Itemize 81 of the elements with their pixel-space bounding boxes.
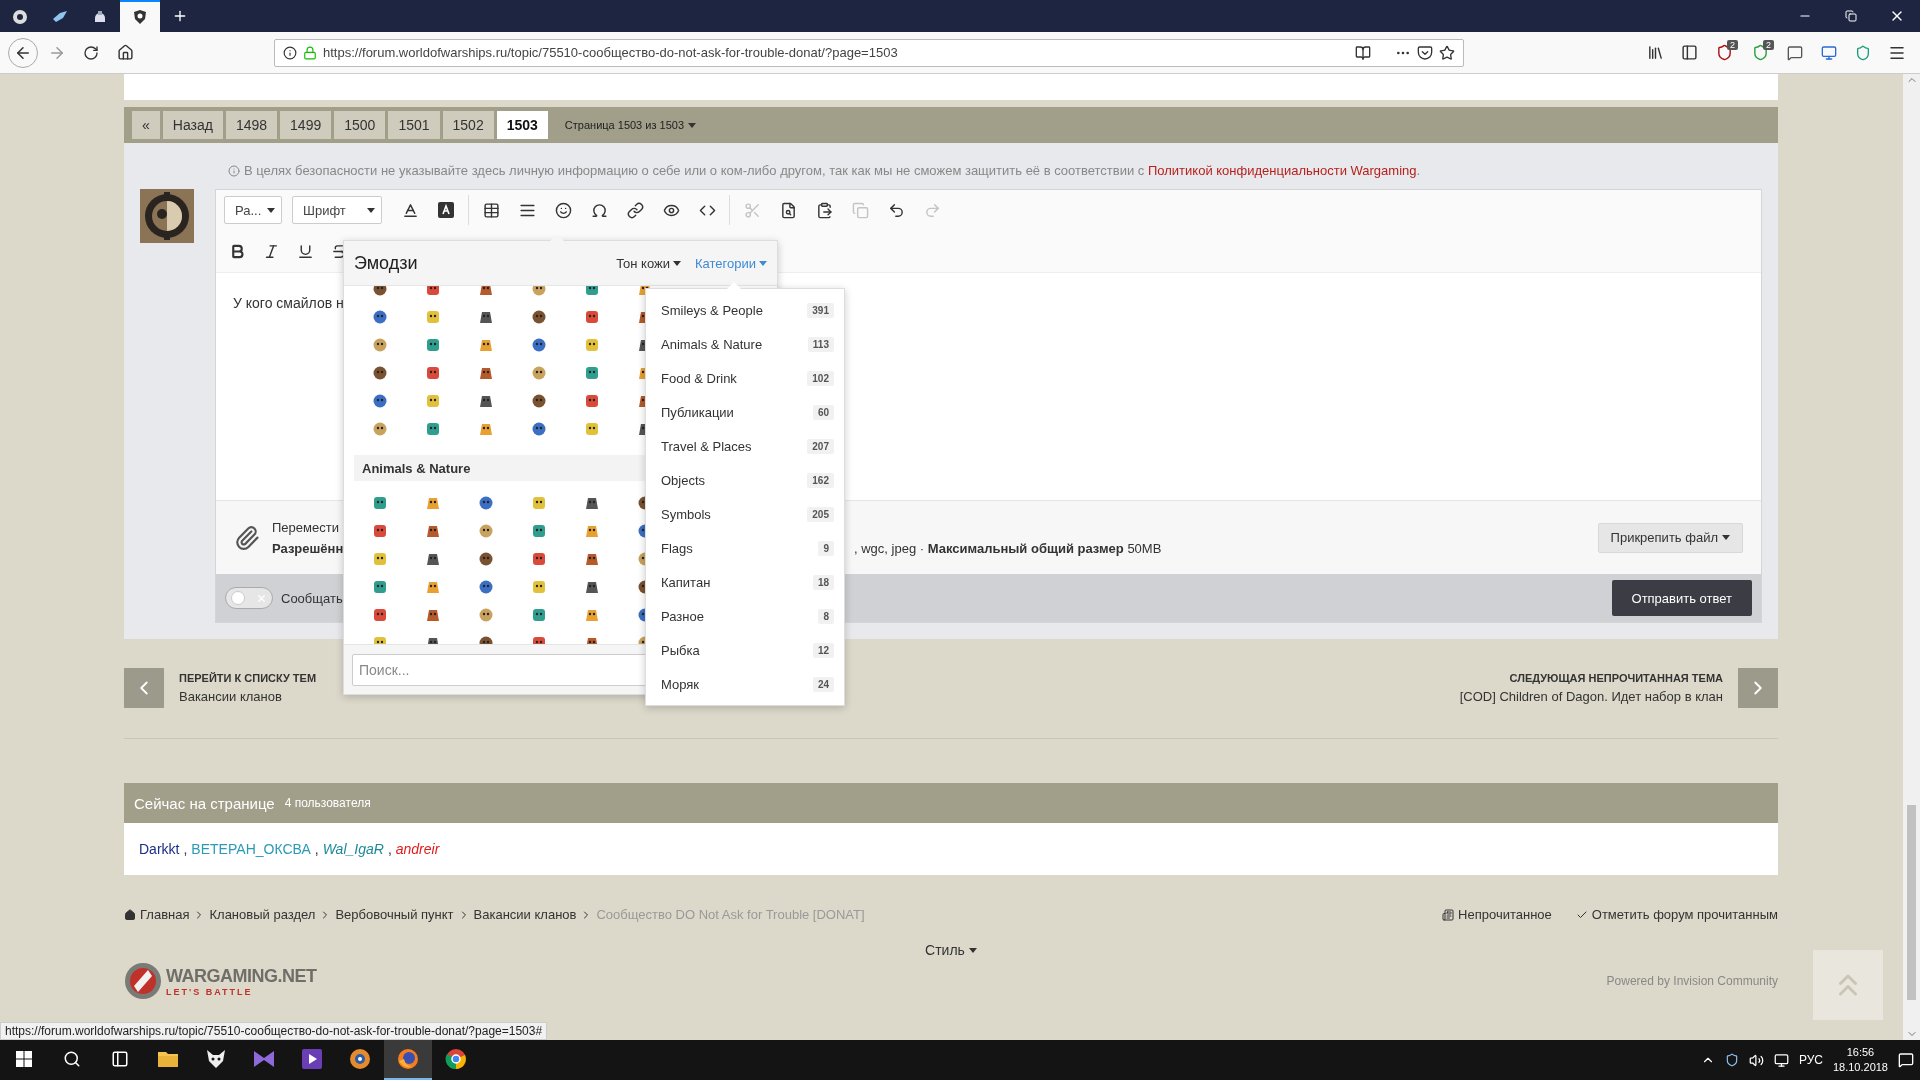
category-item[interactable]: Капитан 18 — [646, 565, 844, 599]
count-badge: 60 — [812, 404, 834, 420]
style-menu[interactable]: Стиль — [925, 942, 977, 958]
breadcrumb-link[interactable]: Главная — [124, 907, 190, 922]
category-item[interactable]: Symbols 205 — [646, 497, 844, 531]
format-dropdown[interactable]: Ра... — [224, 196, 282, 224]
count-badge: 113 — [807, 336, 834, 352]
logo-tagline: LET'S BATTLE — [166, 986, 254, 997]
clock-time: 16:56 — [1846, 1045, 1875, 1060]
user-link[interactable]: Wal_IgaR — [322, 841, 384, 857]
category-label: Разное — [661, 608, 704, 624]
breadcrumb-link[interactable]: Вакансии кланов — [473, 907, 577, 922]
topic-link[interactable]: [COD] Children of Dagon. Идет набор в клан — [1459, 689, 1723, 704]
page-button[interactable]: 1499 — [280, 111, 332, 139]
category-item[interactable]: Animals & Nature 113 — [646, 327, 844, 361]
breadcrumb-link[interactable]: Клановый раздел — [209, 907, 316, 922]
count-badge: 391 — [807, 302, 834, 318]
attach-file-button[interactable]: Прикрепить файл — [1597, 522, 1743, 553]
count-badge: 9 — [818, 540, 834, 556]
page-jump-menu[interactable]: Страница 1503 из 1503 — [564, 119, 696, 131]
breadcrumb-link[interactable]: Вербовочный пункт — [335, 907, 454, 922]
online-count: 4 пользователя — [284, 796, 371, 810]
notify-label: Сообщать — [281, 590, 343, 606]
allowed-types-label: Разрешённ — [272, 540, 344, 556]
separator: , — [314, 841, 319, 857]
count-badge: 162 — [807, 472, 834, 488]
footer-link[interactable]: Непрочитанное — [1442, 907, 1552, 922]
url-text: https://forum.worldofwarships.ru/topic/75510-сообщество-do-not-ask-for-trouble-donat/?page=1503 — [323, 45, 899, 60]
category-label: Smileys & People — [661, 302, 763, 318]
count-badge: 102 — [807, 370, 834, 386]
count-badge: 8 — [818, 608, 834, 624]
topic-link[interactable]: Вакансии кланов — [179, 689, 282, 704]
category-label: Animals & Nature — [661, 336, 763, 352]
category-label: Публикации — [661, 404, 734, 420]
category-label: Рыбка — [661, 642, 700, 658]
count-badge: 207 — [807, 438, 834, 454]
count-badge: 2 — [1727, 39, 1738, 50]
category-label: Моряк — [661, 676, 700, 692]
emoji-picker-title: Эмодзи — [354, 252, 419, 274]
user-link[interactable]: Darkkt — [139, 841, 180, 857]
clock-date: 18.10.2018 — [1832, 1060, 1888, 1075]
category-label: Flags — [661, 540, 693, 556]
page-button[interactable]: 1502 — [442, 111, 494, 139]
first-page-button[interactable]: « — [132, 111, 160, 139]
nav-label: ПЕРЕЙТИ К СПИСКУ ТЕМ — [179, 672, 317, 684]
page-button[interactable]: 1500 — [334, 111, 386, 139]
category-label: Travel & Places — [661, 438, 752, 454]
attach-limits: , wgc, jpeg · Максимальный общий размер 50MB — [854, 540, 1162, 556]
category-item[interactable]: Разное 8 — [646, 599, 844, 633]
count-badge: 2 — [1763, 39, 1774, 50]
submit-reply-button[interactable]: Отправить ответ — [1611, 580, 1752, 616]
font-dropdown[interactable]: Шрифт — [292, 196, 382, 224]
page-button[interactable]: 1501 — [388, 111, 440, 139]
footer-link[interactable]: Отметить форум прочитанным — [1575, 907, 1778, 922]
category-item[interactable]: Flags 9 — [646, 531, 844, 565]
logo-name: WARGAMING.NET — [166, 965, 317, 987]
status-url: https://forum.worldofwarships.ru/topic/75510-сообщество-do-not-ask-for-trouble-donat/?page=1503# — [0, 1022, 548, 1040]
online-title: Сейчас на странице — [134, 794, 275, 812]
count-badge: 24 — [812, 676, 834, 692]
skin-tone-button[interactable]: Тон кожи — [616, 255, 681, 271]
address-bar[interactable]: https://forum.worldofwarships.ru/topic/75510-сообщество-do-not-ask-for-trouble-donat/?page=1503 — [274, 38, 1464, 67]
page-button[interactable]: 1498 — [225, 111, 278, 139]
category-label: Капитан — [661, 574, 711, 590]
separator: , — [183, 841, 188, 857]
category-label: Food & Drink — [661, 370, 737, 386]
count-badge: 18 — [812, 574, 834, 590]
nav-label: СЛЕДУЮЩАЯ НЕПРОЧИТАННАЯ ТЕМА — [1509, 672, 1723, 684]
back-button[interactable]: Назад — [162, 111, 223, 139]
language-indicator[interactable]: РУС — [1798, 1053, 1823, 1067]
page-button[interactable]: 1503 — [496, 111, 548, 139]
category-item[interactable]: Публикации 60 — [646, 395, 844, 429]
attach-hint: Перемести — [272, 519, 339, 535]
clock[interactable]: 16:56 18.10.2018 — [1832, 1045, 1888, 1075]
category-label: Symbols — [661, 506, 711, 522]
count-badge: 205 — [807, 506, 834, 522]
count-badge: 12 — [812, 642, 834, 658]
separator: , — [387, 841, 392, 857]
category-item[interactable]: Smileys & People 391 — [646, 293, 844, 327]
category-item[interactable]: Food & Drink 102 — [646, 361, 844, 395]
user-link[interactable]: andreir — [395, 841, 440, 857]
privacy-notice: В целях безопасности не указывайте здесь личную информацию о себе или о ком-либо другом, так как мы не сможем защитить её в соответствии с Политикой конфиденциальности Wargaming. — [244, 163, 1421, 178]
